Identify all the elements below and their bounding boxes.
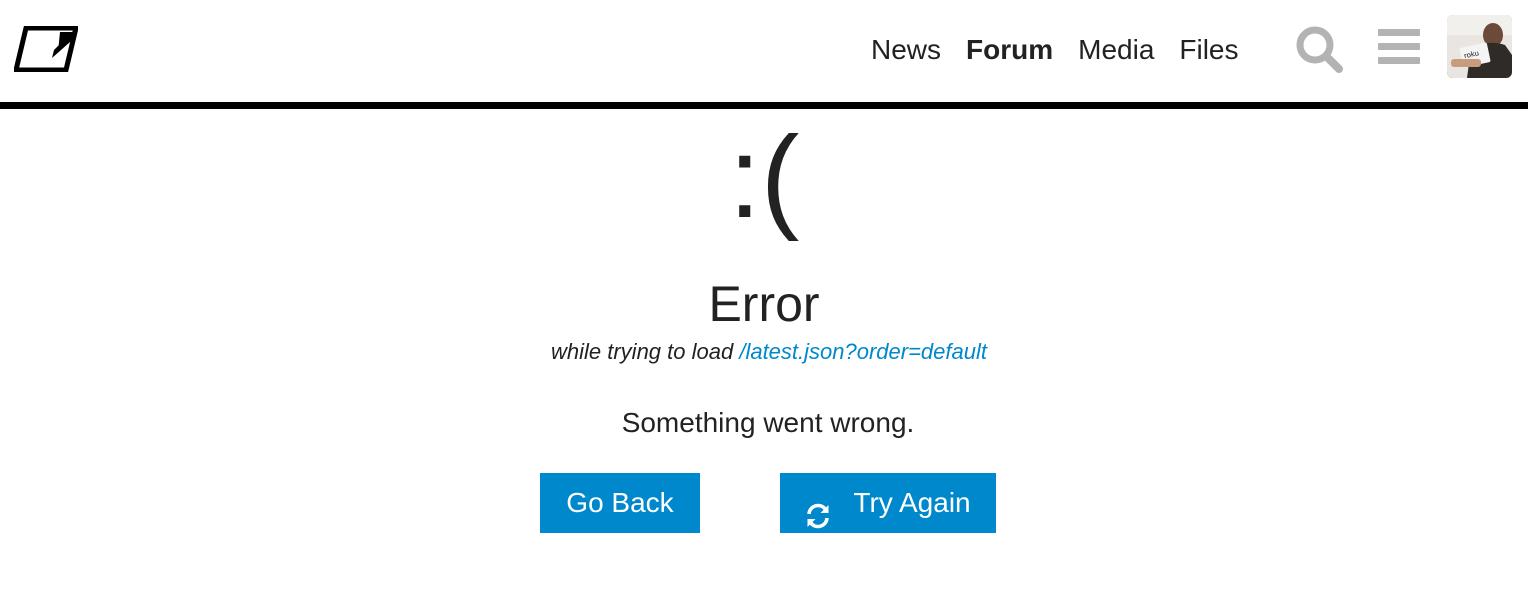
header-divider	[0, 102, 1528, 109]
main-nav: News Forum Media Files	[871, 30, 1239, 70]
error-subtitle: while trying to load /latest.json?order=…	[0, 337, 1528, 367]
try-again-button[interactable]: Try Again	[780, 473, 996, 533]
site-logo-icon[interactable]	[12, 25, 80, 73]
nav-item-forum[interactable]: Forum	[966, 30, 1053, 70]
nav-item-media[interactable]: Media	[1078, 30, 1154, 70]
error-message: Something went wrong.	[621, 407, 915, 438]
go-back-label: Go Back	[566, 487, 674, 518]
site-header: News Forum Media Files roku	[0, 0, 1528, 102]
error-page: :( Error while trying to load /latest.js…	[0, 109, 1528, 594]
error-url-link[interactable]: /latest.json?order=default	[739, 339, 987, 364]
error-subtitle-prefix: while trying to load	[551, 339, 740, 364]
nav-item-files[interactable]: Files	[1179, 30, 1238, 70]
nav-item-news[interactable]: News	[871, 30, 941, 70]
error-title: Error	[708, 276, 820, 332]
try-again-label: Try Again	[853, 487, 971, 518]
hamburger-menu-icon[interactable]	[1376, 26, 1422, 66]
refresh-icon	[805, 490, 831, 529]
search-icon[interactable]	[1294, 24, 1344, 74]
sad-face-emoticon: :(	[728, 112, 800, 242]
user-avatar[interactable]: roku	[1447, 15, 1512, 78]
go-back-button[interactable]: Go Back	[540, 473, 700, 533]
